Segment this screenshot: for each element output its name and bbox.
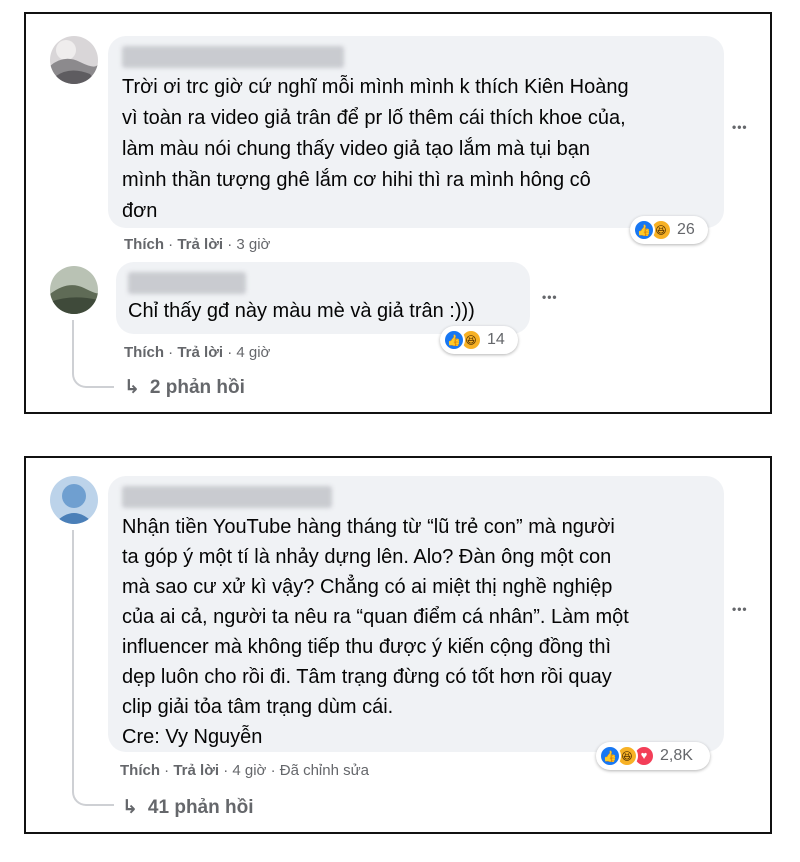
avatar[interactable] <box>50 476 98 524</box>
comment-line: vì toàn ra video giả trân để pr lố thêm … <box>122 107 626 129</box>
comment-line: clip giải tỏa tâm trạng dùm cái. <box>122 696 394 718</box>
reaction-summary[interactable]: 👍 😆 26 <box>630 216 708 244</box>
like-link[interactable]: Thích <box>124 236 164 253</box>
comment-line: mình thần tượng ghê lắm cơ hihi thì ra m… <box>122 169 591 191</box>
comment-line: Trời ơi trc giờ cứ nghĩ mỗi mình mình k … <box>122 76 629 98</box>
replies-count-label: 2 phản hồi <box>149 377 245 398</box>
timestamp[interactable]: 4 giờ <box>232 762 266 779</box>
like-icon: 👍 <box>599 745 621 767</box>
like-link[interactable]: Thích <box>120 762 160 779</box>
reaction-summary[interactable]: 👍 😆 ♥ 2,8K <box>596 742 710 770</box>
reaction-count: 2,8K <box>660 747 693 764</box>
reply-link[interactable]: Trả lời <box>173 762 219 779</box>
comment-bubble: Chỉ thấy gđ này màu mè và giả trân :))) <box>116 262 530 334</box>
separator: · <box>223 236 237 253</box>
comment-bubble: Trời ơi trc giờ cứ nghĩ mỗi mình mình k … <box>108 36 724 228</box>
reply-link[interactable]: Trả lời <box>177 344 223 361</box>
like-icon: 👍 <box>633 219 655 241</box>
thread-line <box>72 320 114 388</box>
commenter-name-blurred[interactable] <box>122 486 332 508</box>
comment-line: Nhận tiền YouTube hàng tháng từ “lũ trẻ … <box>122 516 615 538</box>
separator: · <box>160 762 174 779</box>
comment-line: dẹp luôn cho rồi đi. Tâm trạng đừng có t… <box>122 666 612 688</box>
comment-actions: Thích · Trả lời · 4 giờ · Đã chỉnh sửa <box>120 762 369 779</box>
comment-line: influencer mà không tiếp thu được ý kiến… <box>122 636 612 658</box>
like-link[interactable]: Thích <box>124 344 164 361</box>
commenter-name-blurred[interactable] <box>128 272 246 294</box>
separator: · <box>219 762 233 779</box>
separator: · <box>164 236 178 253</box>
reaction-count: 14 <box>487 331 505 348</box>
comment-actions: Thích · Trả lời · 4 giờ <box>124 344 270 361</box>
reaction-summary[interactable]: 👍 😆 14 <box>440 326 518 354</box>
reply-arrow-icon: ↳ <box>124 377 140 398</box>
avatar[interactable] <box>50 36 98 84</box>
avatar-image <box>50 36 98 84</box>
reaction-count: 26 <box>677 221 695 238</box>
reply-arrow-icon: ↳ <box>122 797 138 818</box>
comment-panel-1: Trời ơi trc giờ cứ nghĩ mỗi mình mình k … <box>24 12 772 414</box>
comment-line: đơn <box>122 200 158 222</box>
timestamp[interactable]: 4 giờ <box>236 344 270 361</box>
comment-bubble: Nhận tiền YouTube hàng tháng từ “lũ trẻ … <box>108 476 724 752</box>
comment-line: làm màu nói chung thấy video giả tạo lắm… <box>122 138 591 160</box>
comment-line: của ai cả, người ta nêu ra “quan điểm cá… <box>122 606 629 628</box>
reply-link[interactable]: Trả lời <box>177 236 223 253</box>
view-replies-link[interactable]: ↳ 2 phản hồi <box>124 376 245 399</box>
separator: · <box>223 344 237 361</box>
avatar[interactable] <box>50 266 98 314</box>
commenter-name-blurred[interactable] <box>122 46 344 68</box>
edited-label: Đã chỉnh sửa <box>279 762 370 779</box>
like-icon: 👍 <box>443 329 465 351</box>
comment-line: ta góp ý một tí là nhảy dựng lên. Alo? Đ… <box>122 546 612 568</box>
comment-line: Cre: Vy Nguyễn <box>122 726 263 748</box>
comment-line: mà sao cư xử kì vậy? Chẳng có ai miệt th… <box>122 576 613 598</box>
timestamp[interactable]: 3 giờ <box>236 236 270 253</box>
separator: · <box>266 762 280 779</box>
avatar-image <box>50 266 98 314</box>
more-options-icon[interactable]: ••• <box>542 290 558 304</box>
more-options-icon[interactable]: ••• <box>732 120 748 134</box>
comment-line: Chỉ thấy gđ này màu mè và giả trân :))) <box>128 300 475 322</box>
comment-panel-2: Nhận tiền YouTube hàng tháng từ “lũ trẻ … <box>24 456 772 834</box>
more-options-icon[interactable]: ••• <box>732 602 748 616</box>
comment-actions: Thích · Trả lời · 3 giờ <box>124 236 270 253</box>
separator: · <box>164 344 178 361</box>
replies-count-label: 41 phản hồi <box>147 797 254 818</box>
avatar-image <box>50 476 98 524</box>
view-replies-link[interactable]: ↳ 41 phản hồi <box>122 796 254 819</box>
